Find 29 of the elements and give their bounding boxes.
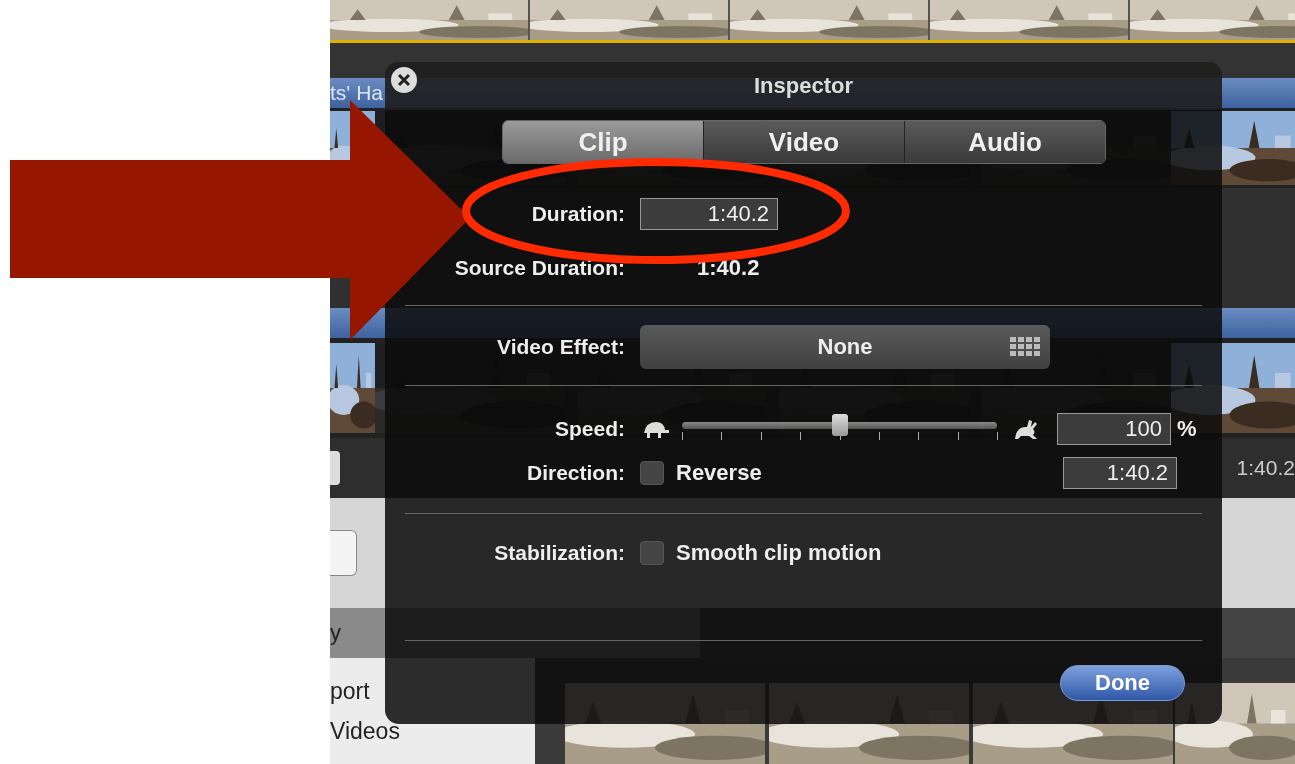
field-label: Source Duration: xyxy=(453,256,625,280)
effect-popup[interactable]: None xyxy=(640,325,1050,369)
close-icon[interactable] xyxy=(390,66,418,94)
checkbox-label: Reverse xyxy=(676,460,762,486)
tab[interactable]: Video xyxy=(704,121,905,163)
toolbar-button[interactable] xyxy=(330,530,357,576)
rabbit-icon xyxy=(1013,418,1039,440)
source-duration-value: 1:40.2 xyxy=(697,255,760,281)
checkbox[interactable] xyxy=(640,541,664,565)
field-label: Video Effect: xyxy=(496,335,625,359)
field-label: Duration: xyxy=(530,202,625,226)
clip-title: ts' Ha xyxy=(330,80,384,106)
unit-label: % xyxy=(1177,416,1197,442)
tab[interactable]: Audio xyxy=(905,121,1105,163)
checkbox-label: Smooth clip motion xyxy=(676,540,882,566)
speed-field[interactable]: 100 xyxy=(1057,413,1171,445)
field-label: Stabilization: xyxy=(493,541,625,565)
effect-value: None xyxy=(817,334,873,360)
window-title: Inspector xyxy=(754,73,853,99)
field-label: Direction: xyxy=(526,461,625,485)
done-button[interactable]: Done xyxy=(1060,665,1185,701)
grid-icon xyxy=(1010,337,1040,357)
field-label: Speed: xyxy=(554,417,625,441)
sidebar-item[interactable]: Videos xyxy=(330,718,400,744)
duration-field[interactable]: 1:40.2 xyxy=(1063,457,1177,489)
duration-field[interactable]: 1:40.2 xyxy=(640,198,778,230)
checkbox[interactable] xyxy=(640,461,664,485)
sidebar-item[interactable]: port xyxy=(330,678,370,704)
clip-time: 1:40.2 xyxy=(1236,456,1295,480)
